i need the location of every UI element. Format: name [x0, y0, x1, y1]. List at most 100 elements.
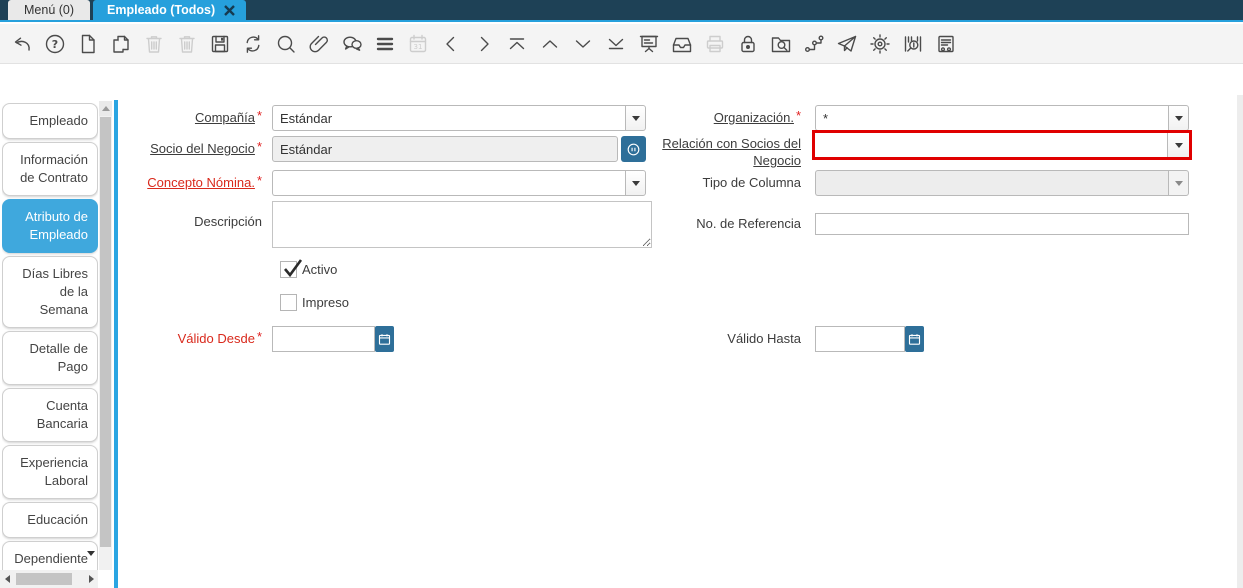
scroll-right-icon[interactable]: [84, 570, 98, 588]
record-info-icon[interactable]: [769, 32, 793, 56]
sidebar-tab-detalle-de-pago[interactable]: Detalle de Pago: [2, 331, 98, 385]
sidebar-tab-educacion[interactable]: Educación: [2, 502, 98, 538]
compania-value[interactable]: Estándar: [272, 105, 625, 131]
tab-empleado-todos[interactable]: Empleado (Todos): [93, 0, 247, 20]
delete-selection-icon: [175, 32, 199, 56]
sidebar-tab-label: Experiencia Laboral: [20, 455, 88, 488]
sidebar-tab-label: Educación: [27, 512, 88, 527]
calendar-icon: [378, 333, 391, 345]
report-icon[interactable]: [637, 32, 661, 56]
valido-desde-label: Válido Desde *: [177, 329, 262, 346]
parent-record-icon[interactable]: [439, 32, 463, 56]
sidebar-tab-label: Atributo de Empleado: [25, 209, 88, 242]
concepto-nomina-combobox[interactable]: [272, 170, 646, 196]
concepto-nomina-value[interactable]: [272, 170, 625, 196]
archive-icon[interactable]: [670, 32, 694, 56]
grid-toggle-icon[interactable]: [373, 32, 397, 56]
compania-label: Compañía *: [194, 108, 262, 125]
chat-icon[interactable]: [340, 32, 364, 56]
detail-record-icon[interactable]: [472, 32, 496, 56]
organizacion-combobox[interactable]: *: [815, 105, 1189, 131]
lock-icon[interactable]: [736, 32, 760, 56]
print-icon: [703, 32, 727, 56]
required-marker: *: [256, 139, 262, 154]
no-referencia-label: No. de Referencia: [696, 216, 801, 231]
scroll-up-icon[interactable]: [99, 101, 112, 116]
tipo-columna-dropdown-button: [1168, 170, 1189, 196]
find-icon[interactable]: [274, 32, 298, 56]
tipo-columna-value: [815, 170, 1168, 196]
process-icon[interactable]: [868, 32, 892, 56]
toolbar: ? 31: [0, 24, 1243, 64]
descripcion-textarea[interactable]: [272, 201, 652, 248]
valido-hasta-group: [815, 326, 924, 352]
relacion-socios-label: Relación con Socios del Negocio: [662, 136, 801, 168]
delete-record-icon: [142, 32, 166, 56]
tab-menu[interactable]: Menú (0): [8, 0, 91, 20]
chevron-down-icon: [1174, 115, 1183, 121]
tab-close-icon[interactable]: [222, 3, 237, 18]
workflow-icon[interactable]: [802, 32, 826, 56]
quick-form-icon[interactable]: [934, 32, 958, 56]
sidebar-tab-dependiente[interactable]: Dependiente: [2, 541, 98, 570]
help-icon[interactable]: ?: [43, 32, 67, 56]
sidebar-tab-cuenta-bancaria[interactable]: Cuenta Bancaria: [2, 388, 98, 442]
valido-hasta-calendar-button[interactable]: [905, 326, 924, 352]
no-referencia-input[interactable]: [815, 213, 1189, 235]
sidebar-scrollbar-thumb[interactable]: [100, 117, 111, 547]
save-icon[interactable]: [208, 32, 232, 56]
sidebar-vertical-scrollbar[interactable]: [99, 101, 112, 570]
required-marker: *: [795, 108, 801, 123]
compania-combobox[interactable]: Estándar: [272, 105, 646, 131]
sidebar-tab-label: Información de Contrato: [20, 152, 88, 185]
previous-record-icon[interactable]: [538, 32, 562, 56]
impreso-checkrow: Impreso: [280, 294, 349, 311]
undo-icon[interactable]: [10, 32, 34, 56]
sidebar-tab-label: Dependiente: [14, 551, 88, 566]
relacion-socios-dropdown-button[interactable]: [1168, 133, 1189, 157]
sidebar-hscrollbar-thumb[interactable]: [16, 573, 72, 585]
attachment-icon[interactable]: [307, 32, 331, 56]
activo-label: Activo: [302, 262, 338, 277]
relacion-socios-combobox[interactable]: [812, 130, 1192, 160]
form-panel: Compañía * Estándar Organización. * * Soci…: [118, 64, 1237, 588]
calendar-icon: [908, 333, 921, 345]
sidebar-tab-label: Detalle de Pago: [29, 341, 88, 374]
tipo-columna-combobox: [815, 170, 1189, 196]
valido-desde-calendar-button[interactable]: [375, 326, 394, 352]
tabs-overflow-down-icon[interactable]: [87, 551, 95, 556]
impreso-label: Impreso: [302, 295, 349, 310]
organizacion-value[interactable]: *: [815, 105, 1168, 131]
next-record-icon[interactable]: [571, 32, 595, 56]
svg-text:31: 31: [414, 43, 423, 51]
scroll-left-icon[interactable]: [0, 570, 14, 588]
impreso-checkbox[interactable]: [280, 294, 297, 311]
new-record-icon[interactable]: [76, 32, 100, 56]
activo-checkbox[interactable]: [280, 259, 303, 278]
chevron-down-icon: [1174, 142, 1183, 148]
organizacion-dropdown-button[interactable]: [1168, 105, 1189, 131]
descripcion-label: Descripción: [194, 214, 262, 229]
sidebar-tab-informacion-de-contrato[interactable]: Información de Contrato: [2, 142, 98, 196]
organizacion-label: Organización. *: [713, 108, 801, 125]
requests-icon[interactable]: [835, 32, 859, 56]
tipo-columna-label: Tipo de Columna: [702, 175, 801, 190]
product-info-icon[interactable]: [901, 32, 925, 56]
content-vertical-scrollbar[interactable]: [1237, 95, 1243, 588]
socio-negocio-field[interactable]: Estándar: [272, 136, 618, 162]
sidebar-tab-experiencia-laboral[interactable]: Experiencia Laboral: [2, 445, 98, 499]
valido-hasta-input[interactable]: [815, 326, 905, 352]
sidebar-tab-atributo-de-empleado[interactable]: Atributo de Empleado: [2, 199, 98, 253]
sidebar-tab-empleado[interactable]: Empleado: [2, 103, 98, 139]
required-marker: *: [256, 108, 262, 123]
activo-checkrow: Activo: [280, 259, 338, 278]
refresh-icon[interactable]: [241, 32, 265, 56]
relacion-socios-value[interactable]: [815, 133, 1168, 157]
first-record-icon[interactable]: [505, 32, 529, 56]
last-record-icon[interactable]: [604, 32, 628, 56]
valido-desde-input[interactable]: [272, 326, 375, 352]
sidebar-horizontal-scrollbar[interactable]: [0, 570, 98, 588]
copy-record-icon[interactable]: [109, 32, 133, 56]
sidebar-tab-dias-libres-de-la-semana[interactable]: Días Libres de la Semana: [2, 256, 98, 328]
sidebar-tabs: Empleado Información de Contrato Atributo …: [2, 103, 98, 570]
